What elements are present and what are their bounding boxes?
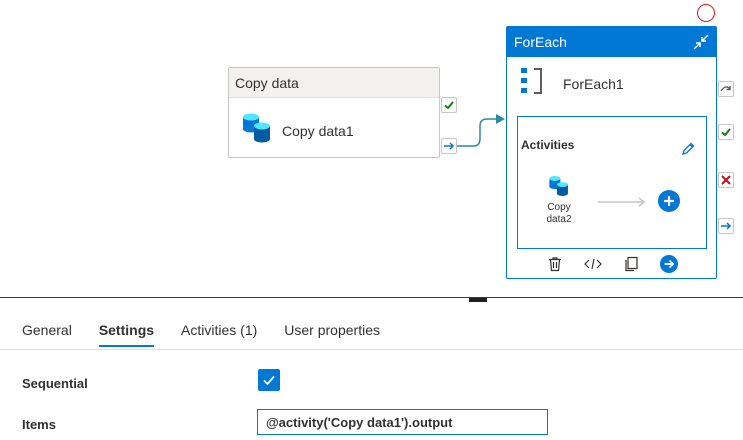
inner-copy-activity[interactable]: Copy data2 — [542, 175, 576, 226]
completion-port[interactable] — [718, 218, 734, 234]
foreach-bracket-icon — [521, 67, 543, 100]
connector-arrowhead — [496, 114, 505, 124]
tab-user-properties[interactable]: User properties — [284, 322, 380, 346]
tab-settings[interactable]: Settings — [98, 322, 155, 347]
inner-flow-arrow — [598, 197, 646, 207]
pipeline-canvas[interactable]: Copy data Copy data1 ForEach ForEach1 Ac… — [0, 0, 743, 297]
foreach-type-label: ForEach — [514, 34, 567, 50]
tabs-divider — [0, 349, 743, 350]
tab-activities[interactable]: Activities (1) — [181, 322, 257, 346]
success-port[interactable] — [718, 124, 734, 140]
success-port[interactable] — [441, 97, 457, 113]
pencil-icon[interactable] — [680, 141, 696, 157]
splitter-handle[interactable] — [469, 298, 487, 302]
check-icon — [444, 101, 454, 110]
check-icon — [721, 128, 731, 137]
annotation-circle — [697, 4, 715, 22]
tab-general[interactable]: General — [22, 322, 72, 346]
checkmark-icon — [263, 375, 275, 386]
arrow-right-icon — [721, 222, 732, 230]
close-icon — [721, 175, 731, 185]
items-label: Items — [22, 417, 56, 432]
inner-activity-name: Copy data2 — [546, 202, 572, 225]
sequential-checkbox[interactable] — [258, 369, 280, 391]
code-icon[interactable] — [583, 255, 602, 273]
properties-tabs: General Settings Activities (1) User pro… — [22, 322, 407, 347]
sequential-label: Sequential — [22, 376, 88, 391]
items-input[interactable] — [257, 409, 548, 435]
completion-port[interactable] — [441, 138, 457, 154]
activities-title: Activities — [521, 138, 575, 152]
copy-data-activity[interactable]: Copy data Copy data1 — [228, 67, 440, 158]
inner-activities-container[interactable]: Activities Copy data2 — [517, 116, 707, 249]
trash-icon[interactable] — [546, 255, 564, 273]
database-stack-icon — [549, 176, 568, 196]
collapse-arrows-icon[interactable] — [691, 32, 711, 52]
arrow-right-icon — [444, 142, 455, 150]
foreach-activity[interactable]: ForEach ForEach1 Activities Copy data2 — [506, 26, 717, 279]
skip-arrow-icon — [720, 86, 731, 92]
plus-circle-icon[interactable] — [658, 190, 680, 212]
panel-splitter[interactable] — [0, 297, 743, 298]
copy-activity-type-label: Copy data — [229, 68, 439, 98]
copy-icon[interactable] — [622, 255, 640, 273]
skip-port[interactable] — [718, 81, 734, 97]
activity-toolbar — [507, 250, 716, 278]
connector-copy-to-foreach — [456, 118, 496, 147]
foreach-name: ForEach1 — [563, 75, 624, 92]
database-stack-icon — [242, 112, 272, 149]
copy-activity-name: Copy data1 — [282, 122, 354, 139]
arrow-circle-icon[interactable] — [659, 255, 678, 273]
failure-port[interactable] — [718, 172, 734, 188]
